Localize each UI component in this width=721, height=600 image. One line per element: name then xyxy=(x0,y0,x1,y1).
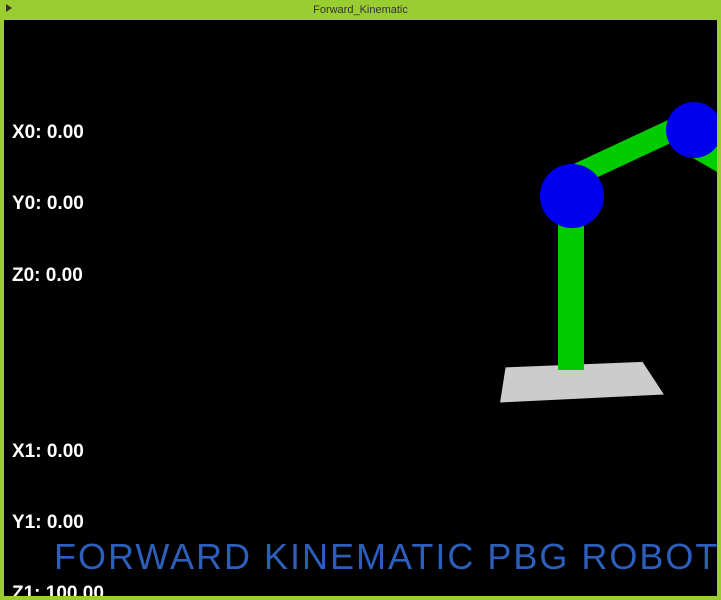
coord-z1: Z1: 100.00 xyxy=(12,582,111,596)
coord-group-0: X0: 0.00 Y0: 0.00 Z0: 0.00 xyxy=(12,74,111,335)
coord-x0: X0: 0.00 xyxy=(12,121,111,145)
titlebar[interactable]: Forward_Kinematic xyxy=(0,0,721,20)
coord-z0: Z0: 0.00 xyxy=(12,264,111,288)
footer-title: FORWARD KINEMATIC PBG ROBOT xyxy=(54,536,717,578)
coord-y0: Y0: 0.00 xyxy=(12,192,111,216)
coord-y1: Y1: 0.00 xyxy=(12,511,111,535)
application-window: Forward_Kinematic X0: 0.00 Y0: 0.00 Z0: … xyxy=(0,0,721,600)
robot-joint-2 xyxy=(666,102,717,158)
window-title: Forward_Kinematic xyxy=(313,4,408,16)
coord-x1: X1: 0.00 xyxy=(12,440,111,464)
viewport: X0: 0.00 Y0: 0.00 Z0: 0.00 X1: 0.00 Y1: … xyxy=(4,20,717,596)
robot-joint-1 xyxy=(540,164,604,228)
coordinates-panel: X0: 0.00 Y0: 0.00 Z0: 0.00 X1: 0.00 Y1: … xyxy=(12,26,111,596)
robot-arm-scene xyxy=(444,90,717,410)
play-icon xyxy=(6,4,12,12)
